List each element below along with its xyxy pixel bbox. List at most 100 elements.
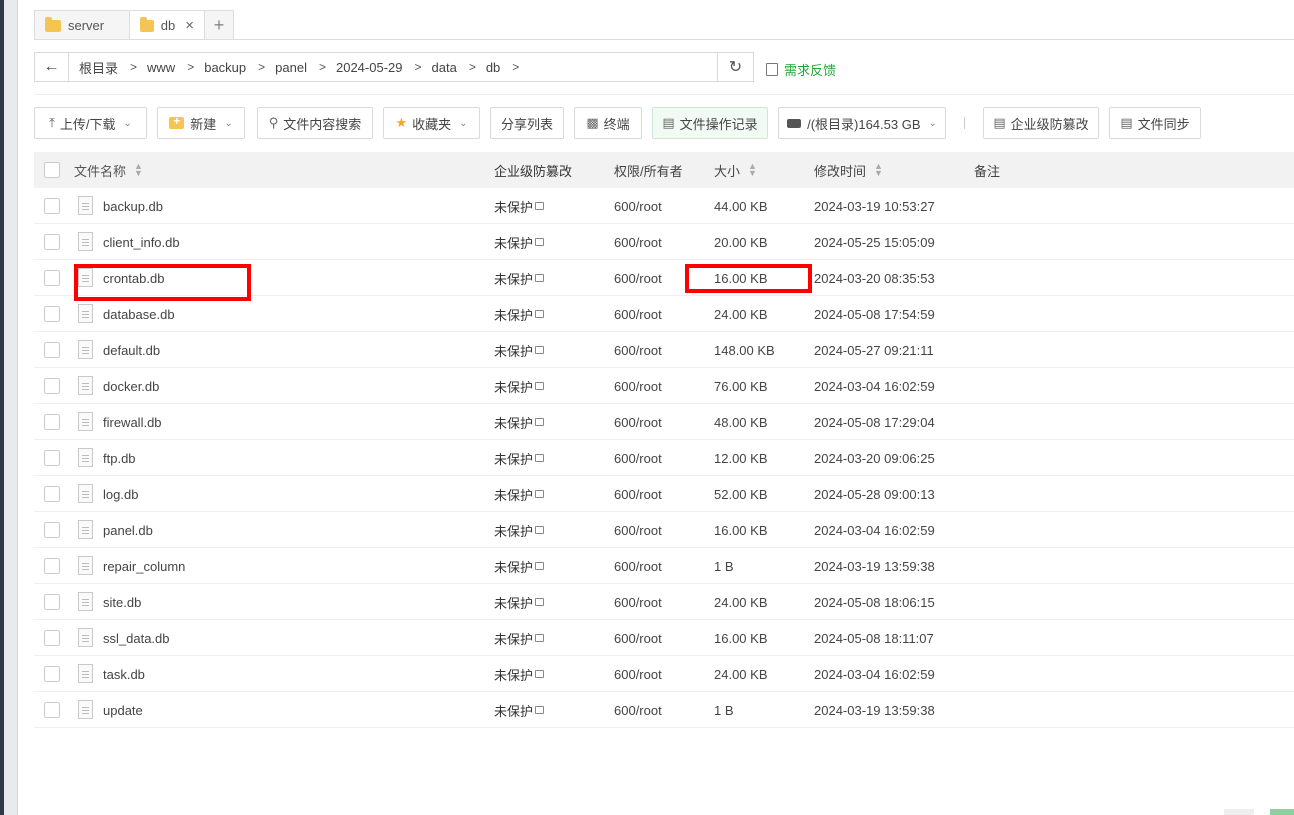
breadcrumb-item[interactable]: panel >	[275, 60, 336, 75]
row-checkbox[interactable]	[44, 666, 60, 682]
permission[interactable]: 600/root	[614, 440, 662, 476]
breadcrumb-item[interactable]: www >	[147, 60, 204, 75]
permission[interactable]: 600/root	[614, 404, 662, 440]
favorites-button[interactable]: ★ 收藏夹 ⌄	[383, 107, 480, 139]
breadcrumb-item[interactable]: 2024-05-29 >	[336, 60, 432, 75]
table-row[interactable]: task.db 未保护 600/root 24.00 KB 2024-03-04 16:…	[34, 656, 1294, 692]
file-name[interactable]: log.db	[103, 476, 138, 512]
row-checkbox[interactable]	[44, 486, 60, 502]
file-name[interactable]: panel.db	[103, 512, 153, 548]
tab-db[interactable]: db ×	[129, 10, 205, 40]
breadcrumb-item[interactable]: 根目录 >	[69, 58, 147, 77]
table-row[interactable]: ssl_data.db 未保护 600/root 16.00 KB 2024-05-08…	[34, 620, 1294, 656]
protect-status[interactable]: 未保护	[494, 440, 545, 476]
permission[interactable]: 600/root	[614, 512, 662, 548]
file-name[interactable]: update	[103, 692, 143, 728]
content-search-button[interactable]: ⚲ 文件内容搜索	[257, 107, 373, 139]
permission[interactable]: 600/root	[614, 548, 662, 584]
file-name[interactable]: ssl_data.db	[103, 620, 170, 656]
table-row[interactable]: default.db 未保护 600/root 148.00 KB 2024-05-27…	[34, 332, 1294, 368]
file-name[interactable]: client_info.db	[103, 224, 180, 260]
permission[interactable]: 600/root	[614, 332, 662, 368]
protect-status[interactable]: 未保护	[494, 332, 545, 368]
table-row[interactable]: site.db 未保护 600/root 24.00 KB 2024-05-08 18:…	[34, 584, 1294, 620]
table-row[interactable]: update 未保护 600/root 1 B 2024-03-19 13:59:38	[34, 692, 1294, 728]
row-checkbox[interactable]	[44, 270, 60, 286]
file-name[interactable]: crontab.db	[103, 260, 164, 296]
protect-status[interactable]: 未保护	[494, 692, 545, 728]
breadcrumb-item[interactable]: db >	[486, 60, 529, 75]
file-name[interactable]: site.db	[103, 584, 141, 620]
row-checkbox[interactable]	[44, 702, 60, 718]
file-sync-button[interactable]: ▤ 文件同步	[1109, 107, 1201, 139]
protect-status[interactable]: 未保护	[494, 584, 545, 620]
share-list-button[interactable]: 分享列表	[490, 107, 564, 139]
protect-status[interactable]: 未保护	[494, 476, 545, 512]
protect-status[interactable]: 未保护	[494, 296, 545, 332]
row-checkbox[interactable]	[44, 522, 60, 538]
table-row[interactable]: backup.db 未保护 600/root 44.00 KB 2024-03-19 1…	[34, 188, 1294, 224]
protect-status[interactable]: 未保护	[494, 512, 545, 548]
protect-status[interactable]: 未保护	[494, 620, 545, 656]
breadcrumb-item[interactable]: backup >	[204, 60, 275, 75]
column-header-name[interactable]: 文件名称 ▲ ▼	[74, 152, 143, 188]
table-row[interactable]: panel.db 未保护 600/root 16.00 KB 2024-03-04 16…	[34, 512, 1294, 548]
row-checkbox[interactable]	[44, 594, 60, 610]
feedback-link[interactable]: 需求反馈	[766, 60, 836, 79]
protect-status[interactable]: 未保护	[494, 656, 545, 692]
row-checkbox[interactable]	[44, 450, 60, 466]
file-name[interactable]: default.db	[103, 332, 160, 368]
operation-log-button[interactable]: ▤ 文件操作记录	[652, 107, 768, 139]
row-checkbox[interactable]	[44, 234, 60, 250]
row-checkbox[interactable]	[44, 414, 60, 430]
file-name[interactable]: firewall.db	[103, 404, 162, 440]
permission[interactable]: 600/root	[614, 656, 662, 692]
permission[interactable]: 600/root	[614, 692, 662, 728]
permission[interactable]: 600/root	[614, 224, 662, 260]
permission[interactable]: 600/root	[614, 260, 662, 296]
file-name[interactable]: database.db	[103, 296, 175, 332]
breadcrumb-item[interactable]: data >	[432, 60, 486, 75]
table-row[interactable]: ftp.db 未保护 600/root 12.00 KB 2024-03-20 09:0…	[34, 440, 1294, 476]
table-row[interactable]: repair_column 未保护 600/root 1 B 2024-03-19 13…	[34, 548, 1294, 584]
terminal-button[interactable]: ▩ 终端	[574, 107, 642, 139]
column-header-size[interactable]: 大小 ▲ ▼	[714, 152, 757, 188]
protect-status[interactable]: 未保护	[494, 404, 545, 440]
disk-select-button[interactable]: /(根目录)164.53 GB ⌄	[778, 107, 946, 139]
protect-status[interactable]: 未保护	[494, 368, 545, 404]
permission[interactable]: 600/root	[614, 188, 662, 224]
table-row[interactable]: crontab.db 未保护 600/root 16.00 KB 2024-03-20 …	[34, 260, 1294, 296]
row-checkbox[interactable]	[44, 558, 60, 574]
add-tab-button[interactable]: +	[204, 10, 234, 40]
protect-status[interactable]: 未保护	[494, 548, 545, 584]
protect-status[interactable]: 未保护	[494, 224, 545, 260]
file-name[interactable]: repair_column	[103, 548, 185, 584]
row-checkbox[interactable]	[44, 198, 60, 214]
permission[interactable]: 600/root	[614, 476, 662, 512]
select-all-checkbox[interactable]	[44, 162, 60, 178]
row-checkbox[interactable]	[44, 630, 60, 646]
table-row[interactable]: firewall.db 未保护 600/root 48.00 KB 2024-05-08…	[34, 404, 1294, 440]
close-icon[interactable]: ×	[185, 17, 194, 34]
table-row[interactable]: client_info.db 未保护 600/root 20.00 KB 2024-05…	[34, 224, 1294, 260]
row-checkbox[interactable]	[44, 378, 60, 394]
refresh-button[interactable]: ↻	[718, 52, 754, 82]
column-header-mtime[interactable]: 修改时间 ▲ ▼	[814, 152, 883, 188]
permission[interactable]: 600/root	[614, 368, 662, 404]
permission[interactable]: 600/root	[614, 296, 662, 332]
tamper-protection-button[interactable]: ▤ 企业级防篡改	[983, 107, 1099, 139]
file-name[interactable]: backup.db	[103, 188, 163, 224]
table-row[interactable]: log.db 未保护 600/root 52.00 KB 2024-05-28 09:0…	[34, 476, 1294, 512]
permission[interactable]: 600/root	[614, 620, 662, 656]
tab-server[interactable]: server	[34, 10, 130, 40]
file-name[interactable]: task.db	[103, 656, 145, 692]
row-checkbox[interactable]	[44, 342, 60, 358]
table-row[interactable]: docker.db 未保护 600/root 76.00 KB 2024-03-04 1…	[34, 368, 1294, 404]
file-name[interactable]: ftp.db	[103, 440, 136, 476]
protect-status[interactable]: 未保护	[494, 260, 545, 296]
table-row[interactable]: database.db 未保护 600/root 24.00 KB 2024-05-08…	[34, 296, 1294, 332]
permission[interactable]: 600/root	[614, 584, 662, 620]
protect-status[interactable]: 未保护	[494, 188, 545, 224]
new-button[interactable]: 新建⌄	[157, 107, 245, 139]
row-checkbox[interactable]	[44, 306, 60, 322]
